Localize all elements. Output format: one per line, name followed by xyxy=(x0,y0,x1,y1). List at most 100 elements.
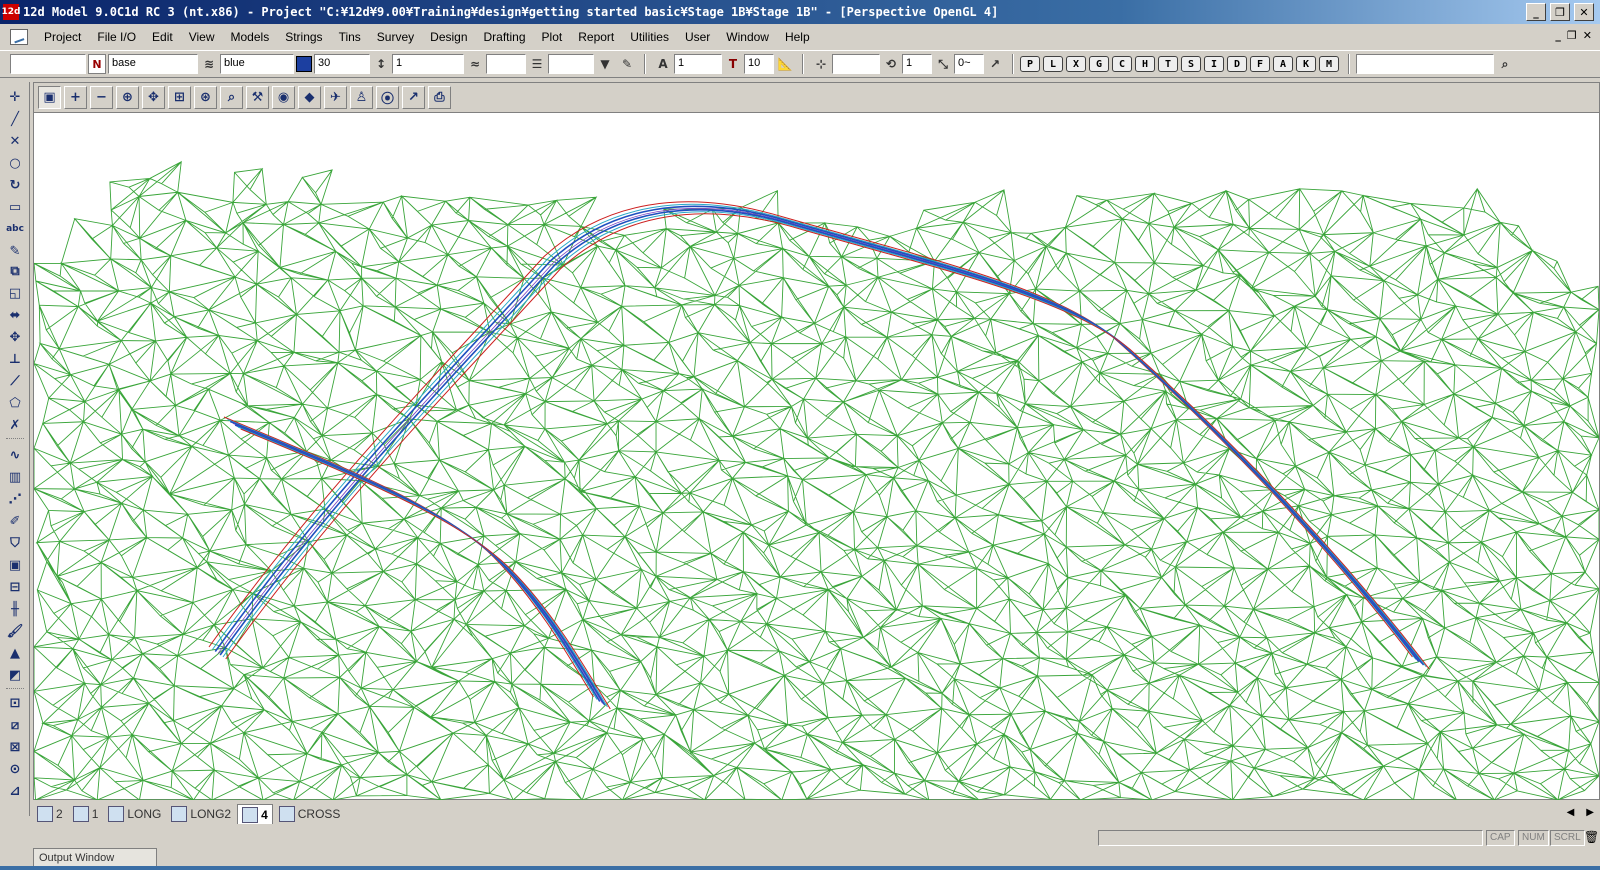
colour-swatch[interactable] xyxy=(296,56,312,72)
name-n-icon[interactable]: N xyxy=(88,54,106,74)
text-abc-icon[interactable]: abc xyxy=(6,220,24,238)
snap-c-button[interactable]: C xyxy=(1112,56,1132,72)
text-style-icon[interactable]: A xyxy=(654,54,672,74)
move-icon[interactable]: ⬌ xyxy=(6,306,24,324)
snap-arc-icon[interactable]: ⊿ xyxy=(6,782,24,800)
brush-icon[interactable]: 🖌 xyxy=(6,622,24,640)
menu-report[interactable]: Report xyxy=(570,30,622,44)
snap-angle-field[interactable]: 0~ xyxy=(954,54,984,74)
snap-count-field[interactable]: 1 xyxy=(902,54,932,74)
zoom-magnify-icon[interactable]: ⌕ xyxy=(220,86,243,109)
snap-h-button[interactable]: H xyxy=(1135,56,1155,72)
polygon-icon[interactable]: ⬠ xyxy=(6,394,24,412)
mdi-close-button[interactable]: ✕ xyxy=(1583,29,1592,42)
orbit-icon[interactable]: ⦿ xyxy=(376,86,399,109)
snap-p-button[interactable]: P xyxy=(1020,56,1040,72)
zoom-window-icon[interactable]: ⊕ xyxy=(116,86,139,109)
section-icon[interactable]: ⊟ xyxy=(6,578,24,596)
menu-drafting[interactable]: Drafting xyxy=(476,30,534,44)
edit-string-icon[interactable]: ✐ xyxy=(6,512,24,530)
point-icon[interactable]: ✛ xyxy=(6,88,24,106)
trash-icon[interactable]: 🗑 xyxy=(1584,830,1599,844)
snap-f-button[interactable]: F xyxy=(1250,56,1270,72)
zoom-fit-icon[interactable]: ⊛ xyxy=(194,86,217,109)
snap-icon[interactable]: ⊹ xyxy=(812,54,830,74)
snap-m-button[interactable]: M xyxy=(1319,56,1339,72)
text-size-field[interactable]: 10 xyxy=(744,54,774,74)
tab-2[interactable]: 2 xyxy=(33,804,67,824)
name-field[interactable] xyxy=(10,54,86,74)
snap-l-button[interactable]: L xyxy=(1043,56,1063,72)
snap-d-button[interactable]: D xyxy=(1227,56,1247,72)
delete-icon[interactable]: ✗ xyxy=(6,416,24,434)
linestyle-icon[interactable]: ☰ xyxy=(528,54,546,74)
tab-next-arrow-icon[interactable]: ▶ xyxy=(1586,807,1594,818)
text-field[interactable]: 1 xyxy=(674,54,722,74)
curve-icon[interactable]: ∿ xyxy=(6,446,24,464)
line-icon[interactable]: ╱ xyxy=(6,110,24,128)
close-button[interactable]: ✕ xyxy=(1574,3,1594,21)
box-icon[interactable]: ▣ xyxy=(6,556,24,574)
chainage-icon[interactable]: ↕ xyxy=(372,54,390,74)
text-t-icon[interactable]: T xyxy=(724,54,742,74)
tin-mesh-canvas[interactable] xyxy=(34,114,1599,800)
snap-point-icon[interactable]: ⊡ xyxy=(6,694,24,712)
snap-mode-icon[interactable]: ⟲ xyxy=(882,54,900,74)
menu-project[interactable]: Project xyxy=(36,30,89,44)
dropdown-arrow-icon[interactable]: ▼ xyxy=(596,54,614,74)
menu-tins[interactable]: Tins xyxy=(331,30,369,44)
label-icon[interactable]: ◩ xyxy=(6,666,24,684)
zoom-extents-icon[interactable]: ⊞ xyxy=(168,86,191,109)
rail-icon[interactable]: ╫ xyxy=(6,600,24,618)
menu-utilities[interactable]: Utilities xyxy=(622,30,677,44)
snap-i-button[interactable]: I xyxy=(1204,56,1224,72)
snap-field[interactable] xyxy=(832,54,880,74)
restore-button[interactable]: ❐ xyxy=(1550,3,1570,21)
mdi-minimize-button[interactable]: _ xyxy=(1555,29,1561,42)
colour-field[interactable]: blue xyxy=(220,54,294,74)
style-field[interactable] xyxy=(486,54,526,74)
print-icon[interactable]: ⎙ xyxy=(428,86,451,109)
eraser-icon[interactable]: ◱ xyxy=(6,284,24,302)
zoom-in-plus-icon[interactable]: + xyxy=(64,86,87,109)
region-icon[interactable]: ⧉ xyxy=(6,262,24,280)
move-arrows-icon[interactable]: ✥ xyxy=(6,328,24,346)
stations-icon[interactable]: ⋰ xyxy=(6,490,24,508)
snap-k-button[interactable]: K xyxy=(1296,56,1316,72)
pen-icon[interactable]: ✎ xyxy=(6,242,24,260)
document-window-icon[interactable] xyxy=(10,29,28,45)
menu-help[interactable]: Help xyxy=(777,30,818,44)
menu-file-io[interactable]: File I/O xyxy=(89,30,144,44)
fill-icon[interactable]: ▲ xyxy=(6,644,24,662)
menu-plot[interactable]: Plot xyxy=(534,30,571,44)
menu-edit[interactable]: Edit xyxy=(144,30,181,44)
snap-a-button[interactable]: A xyxy=(1273,56,1293,72)
snap-intersect-icon[interactable]: ⊠ xyxy=(6,738,24,756)
snap-angle-icon[interactable]: ⤡ xyxy=(934,54,952,74)
linestyle-field[interactable] xyxy=(548,54,594,74)
profile-icon[interactable]: ▥ xyxy=(6,468,24,486)
menu-survey[interactable]: Survey xyxy=(369,30,422,44)
snap-x-button[interactable]: X xyxy=(1066,56,1086,72)
pick-pen-icon[interactable]: ✎ xyxy=(618,54,636,74)
axis-icon[interactable]: ↗ xyxy=(402,86,425,109)
snap-g-button[interactable]: G xyxy=(1089,56,1109,72)
snap-t-button[interactable]: T xyxy=(1158,56,1178,72)
tab-long[interactable]: LONG xyxy=(104,804,165,824)
menu-design[interactable]: Design xyxy=(422,30,475,44)
zoom-out-minus-icon[interactable]: − xyxy=(90,86,113,109)
snap-s-button[interactable]: S xyxy=(1181,56,1201,72)
snap-direction-icon[interactable]: ↗ xyxy=(986,54,1004,74)
menu-user[interactable]: User xyxy=(677,30,718,44)
tab-1[interactable]: 1 xyxy=(69,804,103,824)
model-layers-icon[interactable]: ≋ xyxy=(200,54,218,74)
menu-view[interactable]: View xyxy=(181,30,223,44)
rectangle-icon[interactable]: ▭ xyxy=(6,198,24,216)
height-icon[interactable]: ⊥ xyxy=(6,350,24,368)
walk-icon[interactable]: ♙ xyxy=(350,86,373,109)
search-field[interactable] xyxy=(1356,54,1494,74)
tab-prev-arrow-icon[interactable]: ◀ xyxy=(1567,807,1575,818)
ruler-icon[interactable]: 📐 xyxy=(776,54,794,74)
eye-icon[interactable]: ◉ xyxy=(272,86,295,109)
mdi-restore-button[interactable]: ❐ xyxy=(1567,29,1577,42)
